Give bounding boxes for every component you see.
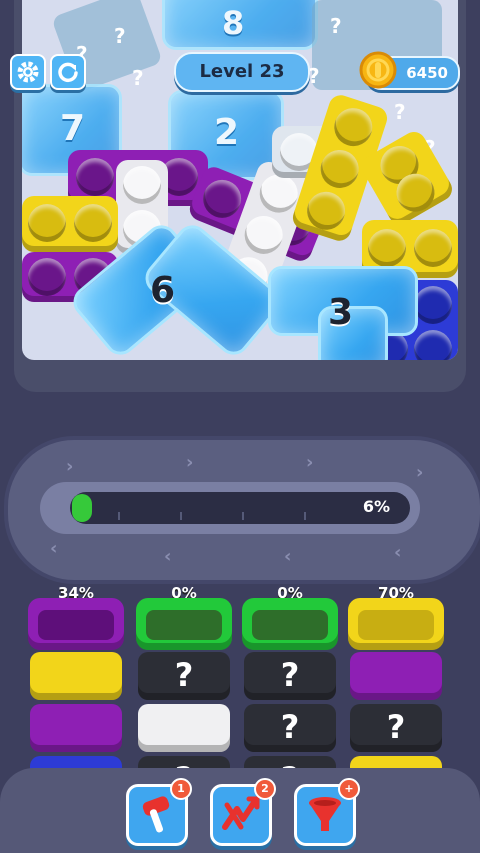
bin-4-stack-hidden[interactable]: ? [350,704,442,752]
conveyor-arrow-icon: › [66,456,74,477]
conveyor-arrow-icon: ‹ [50,538,58,559]
bin-3-stack-hidden[interactable]: ? [244,704,336,752]
bin-4-stack-purple[interactable] [350,652,442,700]
bin-3-stack-hidden[interactable]: ? [244,652,336,700]
hidden-mark: ? [114,24,126,48]
bin-2-collector[interactable] [136,598,232,650]
bin-2-stack-hidden[interactable]: ? [138,652,230,700]
progress-tick [304,512,306,520]
bin-1-collector[interactable] [28,598,124,650]
settings-button[interactable] [10,54,46,90]
restart-icon [58,62,78,83]
progress-percent: 6% [362,497,390,516]
progress-tick [180,512,182,520]
shuffle-count-badge: 2 [254,778,276,800]
bin-3-collector[interactable] [242,598,338,650]
jelly-block-number-3: 3 [328,292,354,333]
hidden-mark: ? [330,14,342,38]
funnel-add-badge: + [338,778,360,800]
hidden-block-number-7: 7 [60,108,86,149]
coin-icon [359,51,397,89]
conveyor-arrow-icon: ‹ [394,542,402,563]
level-label: Level 23 [174,52,310,92]
conveyor-arrow-icon: › [186,452,194,473]
hammer-count-badge: 1 [170,778,192,800]
progress-bar: 6% [70,492,410,524]
conveyor-arrow-icon: › [306,452,314,473]
hidden-block-number-8: 8 [222,4,245,42]
hidden-mark: ? [394,100,406,124]
bin-1-stack-yellow[interactable] [30,652,122,700]
bin-1-stack-purple[interactable] [30,704,122,752]
progress-tick [118,512,120,520]
coin-count: 6450 [406,64,448,82]
hidden-block-number-2: 2 [214,112,240,153]
bin-4-collector[interactable] [348,598,444,650]
conveyor-arrow-icon: ‹ [284,546,292,567]
bin-2-stack-white[interactable] [138,704,230,752]
conveyor-arrow-icon: › [416,462,424,483]
yellow-block-left[interactable] [22,196,118,252]
restart-button[interactable] [50,54,86,90]
hidden-mark: ? [132,66,144,90]
progress-fill [72,494,93,522]
conveyor-arrow-icon: ‹ [164,546,172,567]
jelly-block-number-6: 6 [150,270,176,311]
progress-tick [242,512,244,520]
gear-icon [17,61,39,83]
